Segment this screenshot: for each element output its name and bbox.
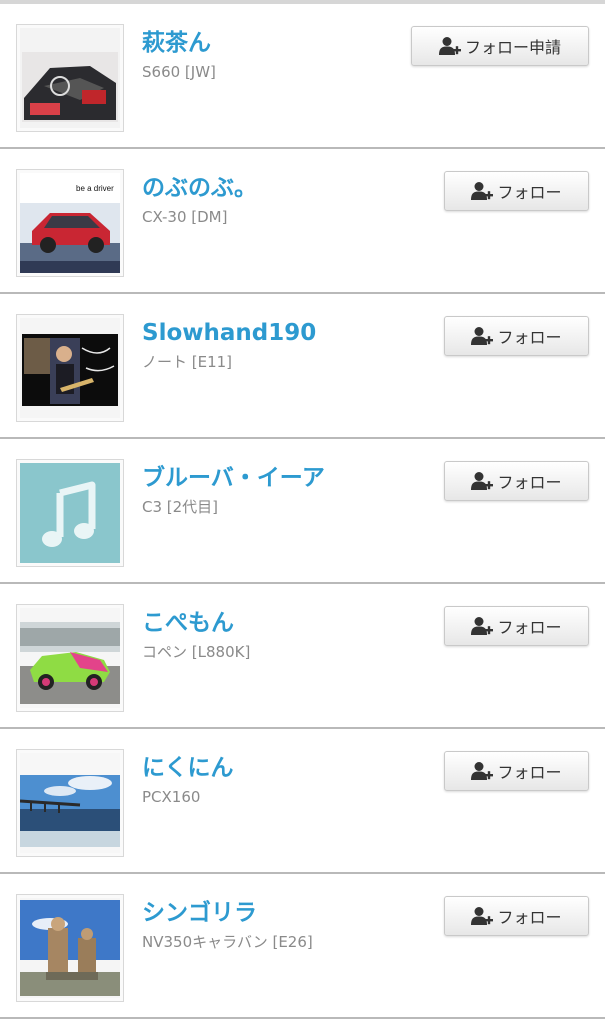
user-avatar[interactable] xyxy=(16,24,124,132)
follow-button[interactable]: フォロー xyxy=(444,316,589,356)
follow-label: フォロー xyxy=(497,473,562,492)
list-item: にくにん PCX160 フォロー xyxy=(0,729,605,874)
add-user-icon xyxy=(471,762,494,780)
thumb-caption: be a driver xyxy=(76,184,114,193)
car-model: ノート [E11] xyxy=(142,353,233,371)
car-model: CX-30 [DM] xyxy=(142,208,228,226)
list-item: ブルーバ・イーア C3 [2代目] フォロー xyxy=(0,439,605,584)
follow-label: フォロー xyxy=(497,908,562,927)
add-user-icon xyxy=(471,182,494,200)
follow-label: フォロー xyxy=(497,618,562,637)
guitarist-collage-photo-icon xyxy=(20,318,120,418)
add-user-icon xyxy=(471,472,494,490)
car-interior-photo-icon xyxy=(20,28,120,128)
list-item: シンゴリラ NV350キャラバン [E26] フォロー xyxy=(0,874,605,1019)
user-avatar[interactable] xyxy=(16,314,124,422)
follow-list: 萩茶ん S660 [JW] フォロー申請 be a driver のぶのぶ。 C… xyxy=(0,0,605,1024)
user-name[interactable]: シンゴリラ xyxy=(142,898,257,928)
follow-request-button[interactable]: フォロー申請 xyxy=(411,26,589,66)
music-note-icon xyxy=(20,463,120,563)
user-avatar[interactable] xyxy=(16,604,124,712)
follow-button[interactable]: フォロー xyxy=(444,606,589,646)
user-avatar[interactable] xyxy=(16,459,124,567)
red-suv-photo-icon: be a driver xyxy=(20,173,120,273)
car-model: C3 [2代目] xyxy=(142,498,219,516)
user-name[interactable]: にくにん xyxy=(142,753,234,783)
user-avatar[interactable]: be a driver xyxy=(16,169,124,277)
car-model: コペン [L880K] xyxy=(142,643,251,661)
follow-button[interactable]: フォロー xyxy=(444,171,589,211)
follow-label: フォロー xyxy=(497,183,562,202)
car-model: PCX160 xyxy=(142,788,201,806)
user-name[interactable]: こぺもん xyxy=(142,608,234,638)
follow-button[interactable]: フォロー xyxy=(444,461,589,501)
add-user-icon xyxy=(438,37,461,55)
car-model: S660 [JW] xyxy=(142,63,216,81)
follow-button[interactable]: フォロー xyxy=(444,896,589,936)
user-name[interactable]: 萩茶ん xyxy=(142,28,211,58)
bridge-sea-photo-icon xyxy=(20,753,120,853)
user-name[interactable]: のぶのぶ。 xyxy=(142,173,257,203)
follow-label: フォロー xyxy=(497,328,562,347)
list-item: Slowhand190 ノート [E11] フォロー xyxy=(0,294,605,439)
statues-photo-icon xyxy=(20,898,120,998)
add-user-icon xyxy=(471,617,494,635)
add-user-icon xyxy=(471,907,494,925)
follow-request-label: フォロー申請 xyxy=(464,38,561,57)
follow-button[interactable]: フォロー xyxy=(444,751,589,791)
follow-label: フォロー xyxy=(497,763,562,782)
user-avatar[interactable] xyxy=(16,749,124,857)
add-user-icon xyxy=(471,327,494,345)
green-pink-car-photo-icon xyxy=(20,608,120,708)
list-item: be a driver のぶのぶ。 CX-30 [DM] フォロー xyxy=(0,149,605,294)
car-model: NV350キャラバン [E26] xyxy=(142,933,313,951)
list-item: こぺもん コペン [L880K] フォロー xyxy=(0,584,605,729)
user-name[interactable]: Slowhand190 xyxy=(142,318,316,348)
user-name[interactable]: ブルーバ・イーア xyxy=(142,463,325,493)
list-item: 萩茶ん S660 [JW] フォロー申請 xyxy=(0,4,605,149)
user-avatar[interactable] xyxy=(16,894,124,1002)
